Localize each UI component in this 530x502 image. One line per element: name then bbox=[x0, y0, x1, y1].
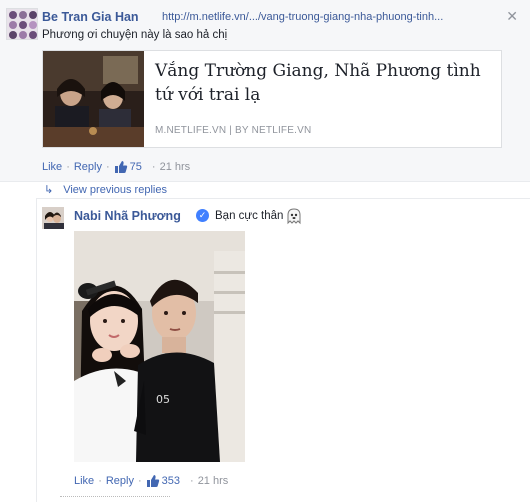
comment-link[interactable]: http://m.netlife.vn/.../vang-truong-gian… bbox=[162, 11, 443, 23]
close-icon[interactable]: ✕ bbox=[506, 8, 518, 25]
separator: · bbox=[98, 475, 102, 487]
svg-text:05: 05 bbox=[156, 393, 170, 406]
avatar[interactable] bbox=[6, 8, 38, 40]
comment-text: Phương ơi chuyện này là sao hả chị bbox=[42, 29, 228, 41]
separator: · bbox=[151, 161, 156, 173]
reply-photo[interactable]: 05 bbox=[74, 231, 245, 462]
separator: · bbox=[137, 475, 142, 487]
link-preview-thumbnail[interactable] bbox=[43, 51, 144, 147]
timestamp[interactable]: 21 hrs bbox=[198, 475, 229, 487]
reply-button[interactable]: Reply bbox=[106, 475, 134, 487]
like-button[interactable]: Like bbox=[42, 161, 62, 173]
reply-button[interactable]: Reply bbox=[74, 161, 102, 173]
separator: · bbox=[66, 161, 70, 173]
timestamp[interactable]: 21 hrs bbox=[160, 161, 191, 173]
reply-author[interactable]: Nabi Nhã Phương bbox=[74, 209, 181, 223]
comment-actions: Like · Reply · 75 · 21 hrs bbox=[42, 160, 190, 174]
ghost-emoji-icon bbox=[285, 207, 303, 225]
thumbs-up-icon[interactable] bbox=[114, 160, 128, 174]
verified-badge-icon: ✓ bbox=[196, 209, 209, 222]
reply-actions: Like · Reply · 353 · 21 hrs bbox=[74, 474, 228, 488]
link-preview-title[interactable]: Vắng Trường Giang, Nhã Phương tình tứ vớ… bbox=[155, 59, 495, 107]
like-count[interactable]: 75 bbox=[130, 161, 142, 173]
link-preview-card[interactable]: Vắng Trường Giang, Nhã Phương tình tứ vớ… bbox=[42, 50, 502, 148]
like-count[interactable]: 353 bbox=[162, 475, 180, 487]
reply-text: Bạn cực thân bbox=[215, 210, 284, 222]
link-preview-source: M.NETLIFE.VN | BY NETLIFE.VN bbox=[155, 125, 312, 136]
separator: · bbox=[105, 161, 110, 173]
comment-author[interactable]: Be Tran Gia Han bbox=[42, 10, 139, 24]
cut-off-row bbox=[60, 496, 170, 502]
view-previous-label[interactable]: View previous replies bbox=[63, 184, 167, 196]
reply-arrow-icon: ↳ bbox=[44, 184, 54, 196]
separator: · bbox=[190, 475, 194, 487]
view-previous-replies[interactable]: ↳ View previous replies bbox=[44, 183, 167, 197]
like-button[interactable]: Like bbox=[74, 475, 94, 487]
avatar[interactable] bbox=[42, 207, 64, 229]
thumbs-up-icon[interactable] bbox=[146, 474, 160, 488]
